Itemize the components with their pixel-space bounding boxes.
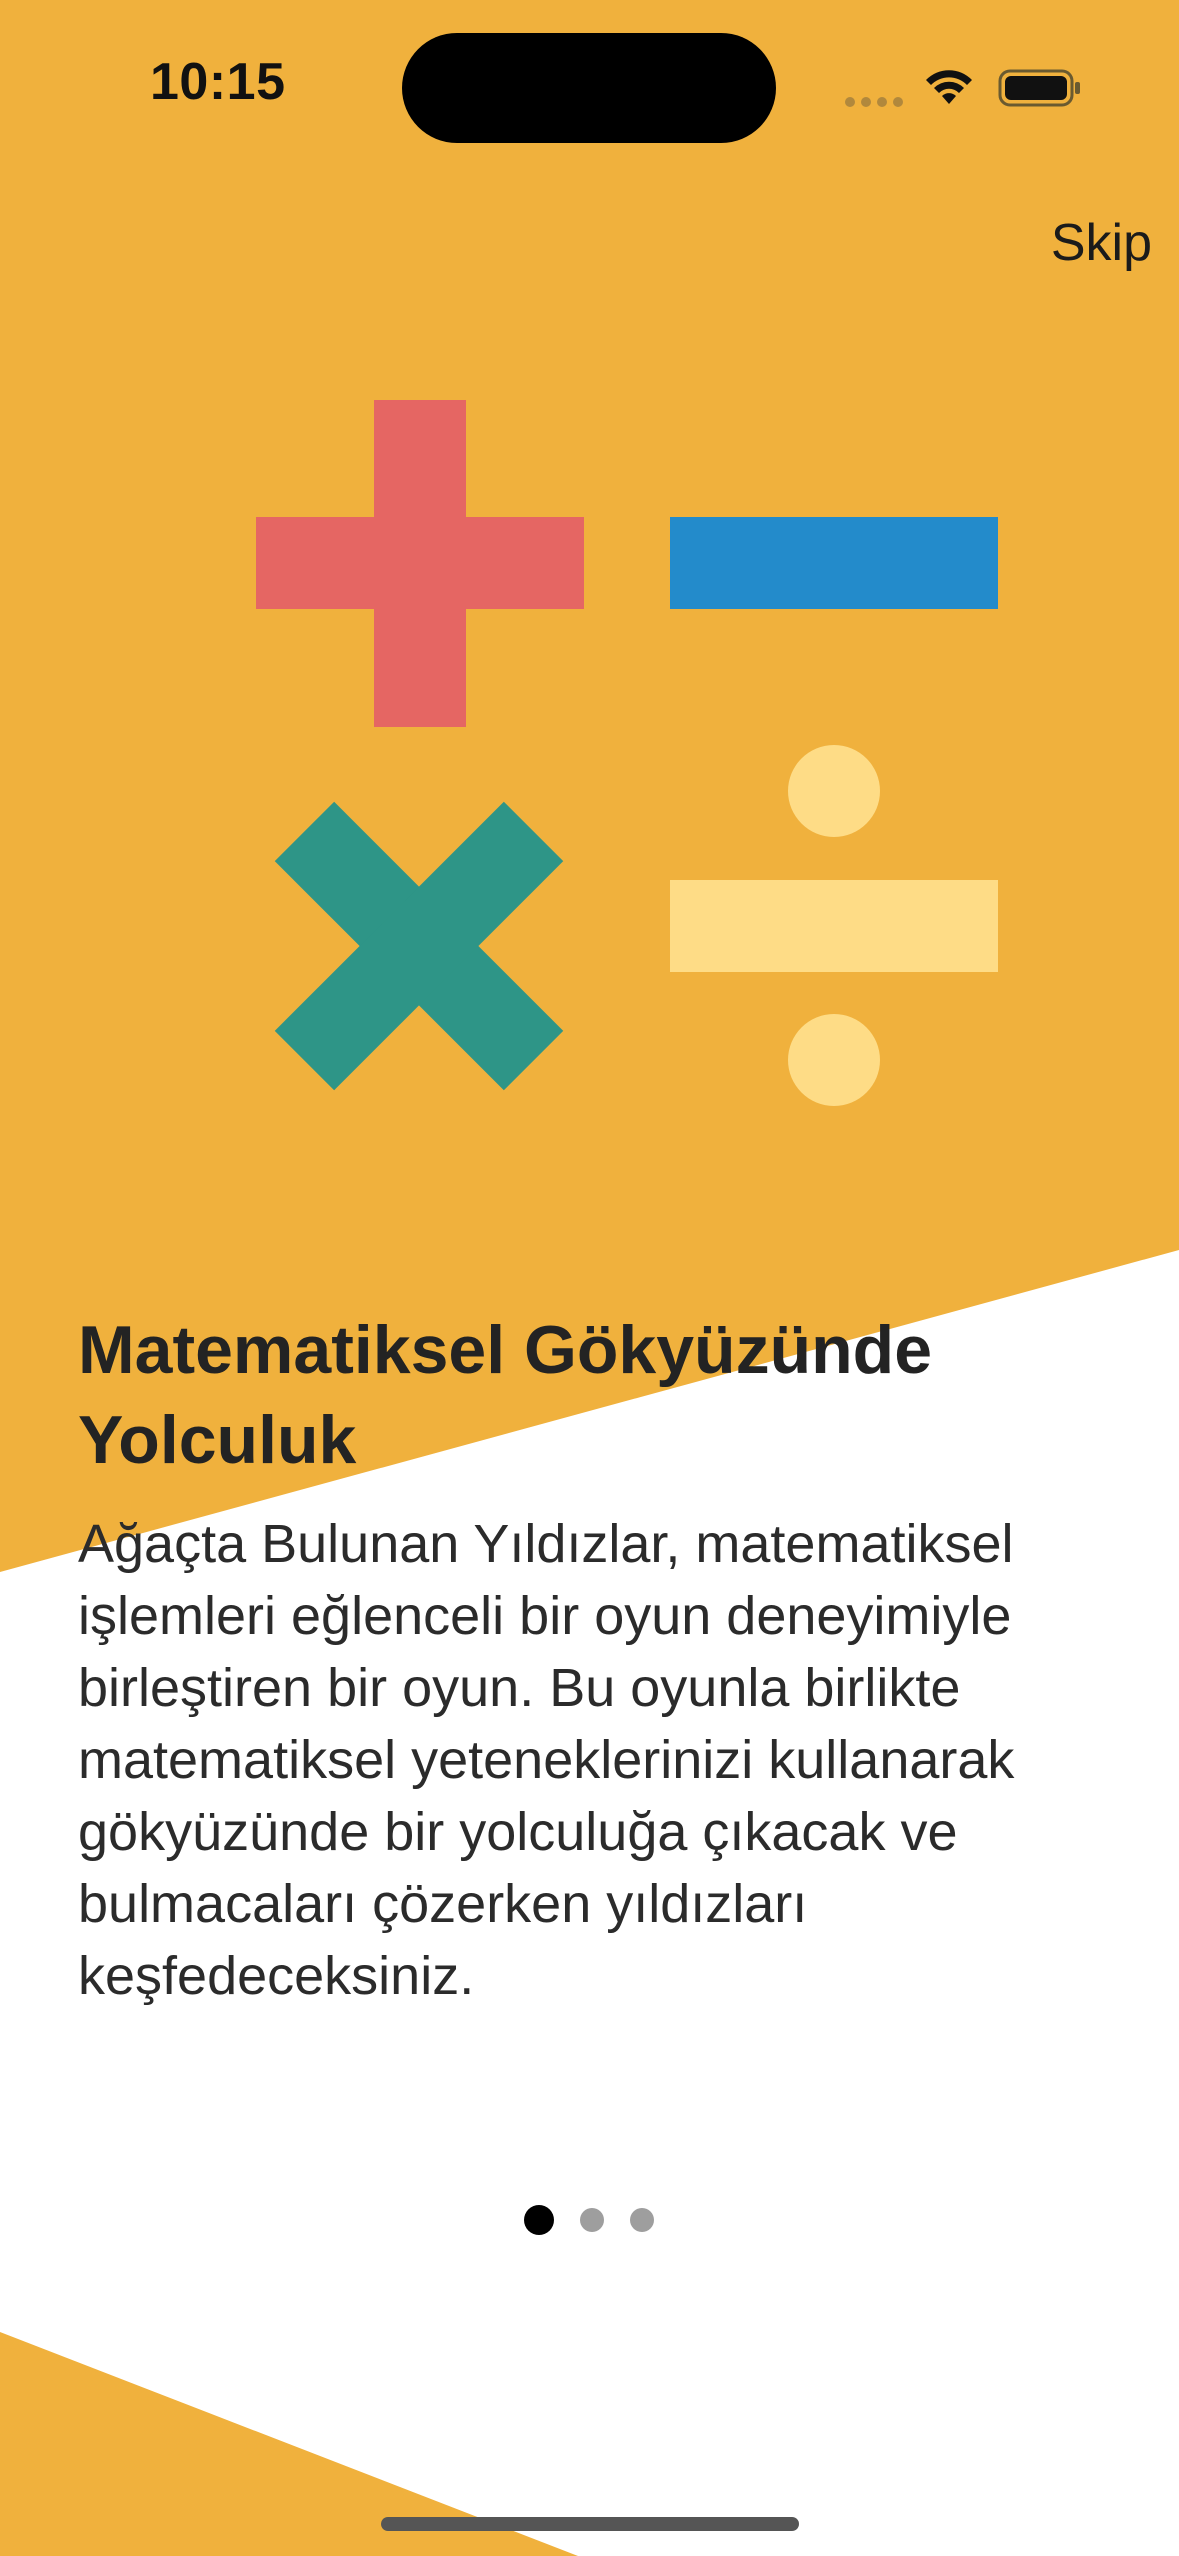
onboarding-title: Matematiksel Gökyüzünde Yolculuk: [78, 1312, 933, 1478]
divide-icon: [670, 745, 998, 1106]
onboarding-screen: 10:15 Skip Matematiksel Gökyüzünde Yolcu…: [0, 0, 1179, 2556]
page-dot-3[interactable]: [630, 2208, 654, 2232]
times-icon: [274, 801, 564, 1091]
page-indicator: [0, 2205, 1179, 2238]
page-dot-2[interactable]: [580, 2208, 604, 2232]
math-symbols-illustration: [256, 400, 998, 1106]
page-dot-1[interactable]: [524, 2205, 554, 2235]
home-indicator[interactable]: [381, 2517, 799, 2531]
onboarding-description: Ağaçta Bulunan Yıldızlar, matematiksel i…: [78, 1514, 1015, 2006]
plus-icon: [256, 400, 584, 727]
minus-icon: [670, 517, 998, 609]
